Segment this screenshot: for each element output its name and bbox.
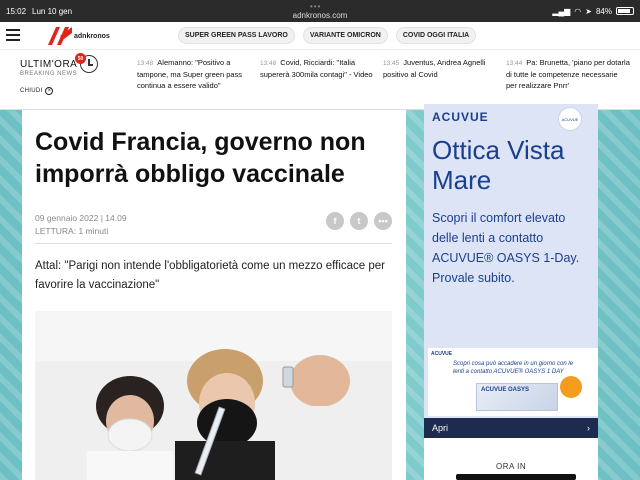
vaccine-photo-illustration: [35, 311, 392, 480]
news-time: 13:44: [506, 60, 523, 67]
battery-icon: [616, 7, 634, 15]
advertisement[interactable]: ACUVUE ACUVUE Ottica Vista Mare Scopri i…: [424, 104, 598, 438]
adnkronos-logo-icon: [48, 27, 72, 45]
notification-badge: 50: [75, 53, 86, 64]
lens-box: ACUVUE OASYS: [476, 383, 558, 411]
logo-text: adnkronos: [74, 32, 110, 40]
top-navigation: adnkronos SUPER GREEN PASS LAVORO VARIAN…: [0, 22, 640, 50]
breaking-news-subtitle: BREAKING NEWS: [20, 71, 78, 77]
close-icon: ×: [45, 87, 54, 95]
twitter-share-icon[interactable]: t: [350, 212, 368, 230]
ad-image[interactable]: ACUVUE Scopri cosa può accadere in un gi…: [428, 348, 598, 416]
article-date: 09 gennaio 2022 | 14.09: [35, 213, 127, 223]
news-time: 13:45: [383, 60, 400, 67]
breaking-news-item[interactable]: 13:48 Alemanno: "Positivo a tampone, ma S…: [137, 57, 255, 91]
ad-image-brand: ACUVUE: [431, 351, 453, 357]
article-meta: 09 gennaio 2022 | 14.09 LETTURA: 1 minut…: [35, 212, 127, 238]
breaking-news-title: ULTIM'ORA: [20, 59, 78, 70]
ad-brand: ACUVUE: [432, 110, 489, 124]
article-lead: Attal: "Parigi non intende l'obbligatori…: [35, 260, 385, 291]
divider: [35, 243, 392, 244]
news-time: 13:48: [260, 60, 277, 67]
close-breaking-button[interactable]: CHIUDI ×: [20, 87, 54, 95]
menu-icon[interactable]: [6, 29, 20, 41]
breaking-news-item[interactable]: 13:44 Pa: Brunetta, 'piano per dotarla di…: [506, 57, 630, 91]
news-text: Covid, Ricciardi: "Italia supererà 300mi…: [260, 58, 373, 79]
article-card: Covid Francia, governo non imporrà obbli…: [22, 110, 406, 480]
article-reading-time: LETTURA: 1 minuti: [35, 226, 109, 236]
ora-in-label: ORA IN: [496, 462, 527, 471]
facebook-share-icon[interactable]: f: [326, 212, 344, 230]
news-time: 13:48: [137, 60, 154, 67]
more-share-icon[interactable]: •••: [374, 212, 392, 230]
ad-body: Scopri il comfort elevato delle lenti a …: [432, 211, 580, 285]
ad-cta-label: Apri: [432, 423, 449, 433]
ad-image-tagline: Scopri cosa può accadere in un giorno co…: [453, 361, 574, 375]
article-photo[interactable]: [35, 311, 392, 480]
breaking-news-item[interactable]: 13:48 Covid, Ricciardi: "Italia supererà …: [260, 57, 378, 80]
ad-logo-badge: ACUVUE: [558, 107, 582, 131]
address-bar[interactable]: adnkronos.com: [0, 11, 640, 20]
breaking-news-bar: ULTIM'ORA BREAKING NEWS 50 CHIUDI × 13:4…: [0, 50, 640, 110]
lens-box-label: ACUVUE OASYS: [481, 387, 530, 393]
ora-in-headline-cut: [456, 474, 576, 480]
site-logo[interactable]: adnkronos: [46, 27, 110, 45]
ad-open-button[interactable]: Apri ›: [424, 418, 598, 438]
news-text: Pa: Brunetta, 'piano per dotarla di tutt…: [506, 58, 630, 90]
nav-pill-super-green-pass[interactable]: SUPER GREEN PASS LAVORO: [178, 27, 295, 44]
multitask-dots-icon[interactable]: •••: [310, 2, 321, 11]
nav-pill-covid-oggi-italia[interactable]: COVID OGGI ITALIA: [395, 27, 477, 44]
close-label: CHIUDI: [20, 88, 43, 94]
article-headline: Covid Francia, governo non imporrà obbli…: [35, 128, 366, 188]
share-buttons: f t •••: [326, 212, 392, 230]
chevron-right-icon: ›: [587, 423, 590, 433]
ad-title: Ottica Vista Mare: [432, 135, 565, 195]
nav-pill-variante-omicron[interactable]: VARIANTE OMICRON: [302, 27, 388, 44]
breaking-news-label: ULTIM'ORA BREAKING NEWS: [20, 59, 77, 77]
orange-badge-icon: [560, 376, 582, 398]
breaking-news-item[interactable]: 13:45 Juventus, Andrea Agnelli positivo a…: [383, 57, 501, 80]
